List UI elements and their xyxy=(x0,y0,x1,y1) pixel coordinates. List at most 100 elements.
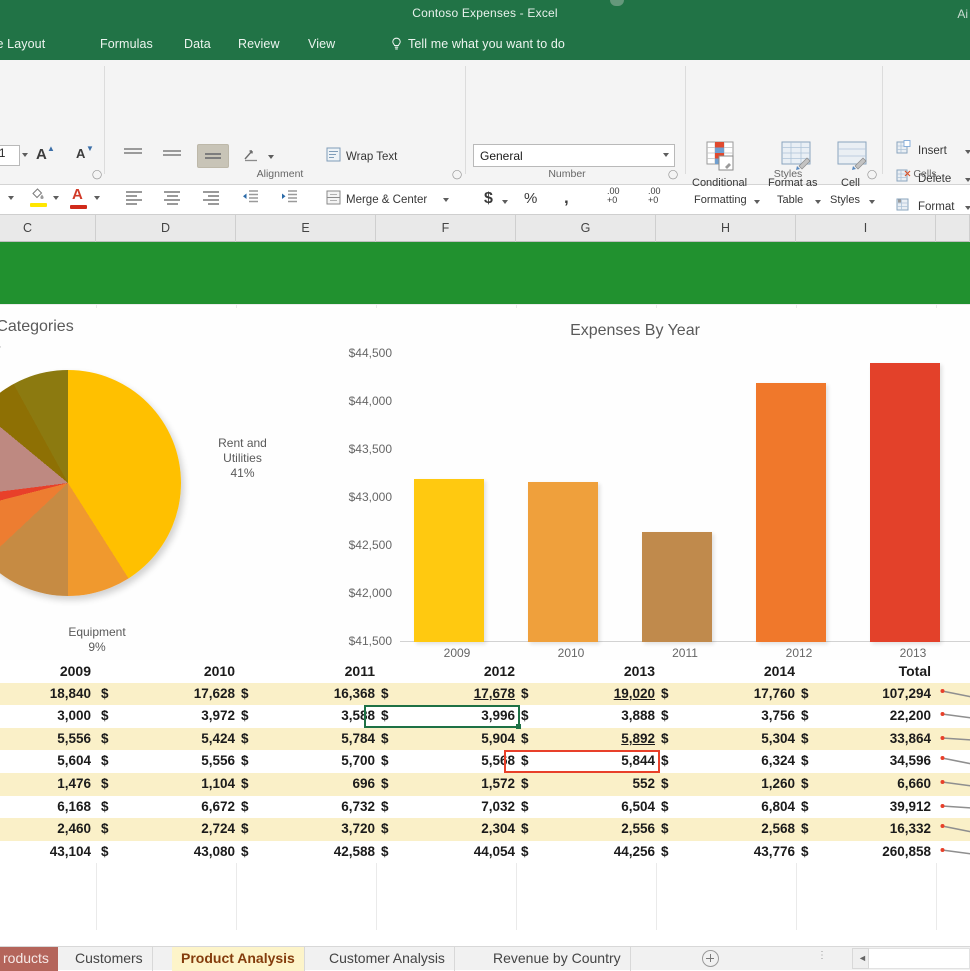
currency-chevron-down-icon[interactable] xyxy=(502,200,508,204)
font-color-chevron-down-icon[interactable] xyxy=(94,196,100,200)
sheet-tab-products[interactable]: roducts xyxy=(0,947,58,971)
tell-me-box[interactable]: Tell me what you want to do xyxy=(408,37,565,51)
comma-format-button[interactable]: , xyxy=(564,188,569,208)
table-cell[interactable]: 17,628 xyxy=(100,683,240,706)
tab-split-handle[interactable]: ⋮ xyxy=(817,954,827,958)
wrap-text-label[interactable]: Wrap Text xyxy=(346,151,397,163)
table-cell[interactable]: 6,672 xyxy=(100,796,240,819)
align-left-icon[interactable] xyxy=(126,191,142,207)
column-header-e[interactable]: E xyxy=(236,215,376,242)
table-cell[interactable]: 5,304 xyxy=(660,728,800,751)
table-cell[interactable]: 5,784 xyxy=(240,728,380,751)
alignment-dialog-launcher[interactable]: ◯ xyxy=(452,169,462,180)
table-cell[interactable]: 3,972 xyxy=(100,705,240,728)
table-cell[interactable]: 5,568 xyxy=(380,750,520,773)
bar-2010[interactable] xyxy=(528,482,598,642)
merge-center-label[interactable]: Merge & Center xyxy=(346,194,427,206)
table-cell[interactable]: 5,844 xyxy=(520,750,660,773)
table-cell[interactable]: 6,168 xyxy=(0,796,96,819)
column-header-h[interactable]: H xyxy=(656,215,796,242)
tab-review[interactable]: Review xyxy=(238,37,280,51)
table-cell[interactable]: 43,104 xyxy=(0,841,96,864)
tab-formulas[interactable]: Formulas xyxy=(100,37,153,51)
bar-2011[interactable] xyxy=(642,532,712,642)
cell-styles-chevron-down-icon[interactable] xyxy=(869,200,875,204)
align-bottom-icon[interactable] xyxy=(205,153,221,161)
table-row[interactable]: 18,84017,62816,36817,67819,02017,760107,… xyxy=(0,683,970,706)
borders-chevron-down-icon[interactable] xyxy=(8,196,14,200)
table-cell[interactable]: 19,020 xyxy=(520,683,660,706)
align-middle-icon[interactable] xyxy=(163,150,181,158)
percent-format-button[interactable]: % xyxy=(524,190,537,207)
table-cell[interactable]: 2,724 xyxy=(100,818,240,841)
table-cell[interactable]: 16,368 xyxy=(240,683,380,706)
table-cell[interactable]: 696 xyxy=(240,773,380,796)
table-cell[interactable]: 3,756 xyxy=(660,705,800,728)
column-header-g[interactable]: G xyxy=(516,215,656,242)
font-color-swatch[interactable] xyxy=(70,205,87,209)
align-center-icon[interactable] xyxy=(164,191,180,207)
chart-expenses-by-year[interactable]: Expenses By Year $41,500 $42,000 $42,500… xyxy=(300,308,970,660)
font-size-chevron-down-icon[interactable] xyxy=(22,153,28,157)
currency-format-button[interactable]: $ xyxy=(484,190,493,208)
table-cell[interactable]: 3,000 xyxy=(0,705,96,728)
table-cell[interactable]: 33,864 xyxy=(800,728,936,751)
table-cell[interactable]: 18,840 xyxy=(0,683,96,706)
tab-data[interactable]: Data xyxy=(184,37,211,51)
fill-color-swatch[interactable] xyxy=(30,203,47,207)
table-cell[interactable]: 7,032 xyxy=(380,796,520,819)
align-right-icon[interactable] xyxy=(203,191,219,207)
column-header-d[interactable]: D xyxy=(96,215,236,242)
table-cell[interactable]: 34,596 xyxy=(800,750,936,773)
table-cell[interactable]: 44,054 xyxy=(380,841,520,864)
table-row[interactable]: 5,6045,5565,7005,5685,8446,32434,596$$$$… xyxy=(0,750,970,773)
table-cell[interactable]: 1,572 xyxy=(380,773,520,796)
number-format-chevron-down-icon[interactable] xyxy=(663,153,669,157)
sheet-tab-customers[interactable]: Customers xyxy=(66,947,153,971)
table-cell[interactable]: 5,892 xyxy=(520,728,660,751)
table-cell[interactable]: 5,604 xyxy=(0,750,96,773)
format-as-table-label-2[interactable]: Table xyxy=(777,194,803,206)
bar-2013[interactable] xyxy=(870,363,940,642)
hscroll-left-button[interactable]: ◄ xyxy=(852,948,869,969)
table-cell[interactable]: 1,104 xyxy=(100,773,240,796)
table-total-row[interactable]: 43,10443,08042,58844,05444,25643,776260,… xyxy=(0,841,970,864)
account-name[interactable]: Ai xyxy=(957,7,968,21)
table-cell[interactable]: 3,996 xyxy=(380,705,520,728)
table-cell[interactable]: 1,260 xyxy=(660,773,800,796)
sheet-tab-revenue-by-country[interactable]: Revenue by Country xyxy=(484,947,631,971)
table-cell[interactable]: 39,912 xyxy=(800,796,936,819)
increase-indent-icon[interactable] xyxy=(281,189,298,204)
table-cell[interactable]: 2,460 xyxy=(0,818,96,841)
delete-chevron-down-icon[interactable] xyxy=(965,178,970,182)
table-cell[interactable]: 43,776 xyxy=(660,841,800,864)
cell-styles-label-1[interactable]: Cell xyxy=(841,177,860,189)
table-cell[interactable]: 6,504 xyxy=(520,796,660,819)
table-cell[interactable]: 16,332 xyxy=(800,818,936,841)
styles-dialog-launcher[interactable]: ◯ xyxy=(867,169,877,180)
fill-color-chevron-down-icon[interactable] xyxy=(53,196,59,200)
horizontal-scrollbar[interactable] xyxy=(869,948,970,969)
orientation-chevron-down-icon[interactable] xyxy=(268,155,274,159)
chart-categories-pie[interactable]: Categories Rent and Utilities 41% Equipm… xyxy=(0,308,300,660)
table-cell[interactable]: 107,294 xyxy=(800,683,936,706)
tab-view[interactable]: View xyxy=(308,37,335,51)
table-cell[interactable]: 552 xyxy=(520,773,660,796)
table-cell[interactable]: 17,678 xyxy=(380,683,520,706)
table-cell[interactable]: 1,476 xyxy=(0,773,96,796)
conditional-formatting-chevron-down-icon[interactable] xyxy=(754,200,760,204)
conditional-formatting-label-2[interactable]: Formatting xyxy=(694,194,747,206)
tab-page-layout[interactable]: Page Layout xyxy=(0,37,45,51)
bar-2009[interactable] xyxy=(414,479,484,642)
table-cell[interactable]: 22,200 xyxy=(800,705,936,728)
sheet-tab-product-analysis[interactable]: Product Analysis xyxy=(172,947,305,971)
table-cell[interactable]: 43,080 xyxy=(100,841,240,864)
font-dialog-launcher[interactable]: ◯ xyxy=(92,169,102,180)
table-cell[interactable]: 6,804 xyxy=(660,796,800,819)
table-cell[interactable]: 44,256 xyxy=(520,841,660,864)
column-header-f[interactable]: F xyxy=(376,215,516,242)
table-row[interactable]: 3,0003,9723,5883,9963,8883,75622,200$$$$… xyxy=(0,705,970,728)
table-cell[interactable]: 3,588 xyxy=(240,705,380,728)
table-cell[interactable]: 5,556 xyxy=(100,750,240,773)
add-sheet-button[interactable] xyxy=(702,950,719,967)
